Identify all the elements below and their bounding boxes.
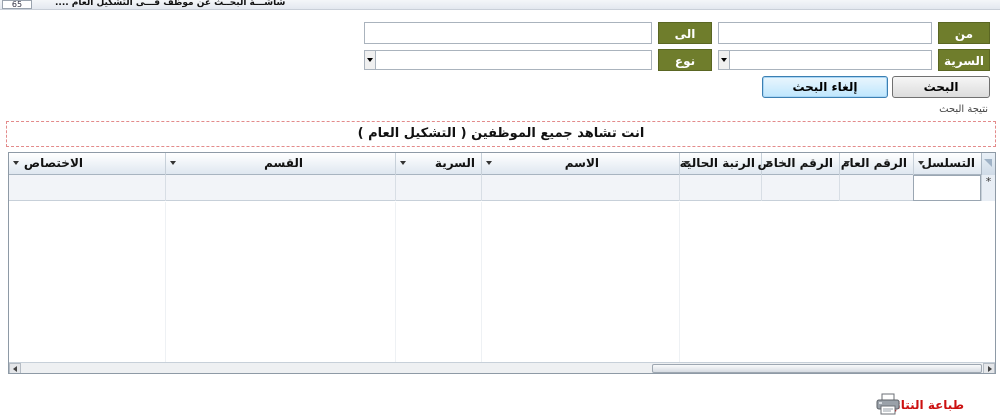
scroll-right-icon[interactable] [983, 363, 995, 373]
new-row-cell[interactable] [679, 175, 761, 201]
from-date-label: من تاريخ [938, 22, 990, 63]
to-date-label: الى تاريخ [658, 22, 712, 63]
new-row-marker: * [981, 175, 995, 201]
column-header-name[interactable]: الاسم [481, 153, 679, 175]
results-grid[interactable]: التسلسل الرقم العام الرقم الخاص الرتبة ا… [8, 152, 996, 374]
new-row-cell[interactable] [839, 175, 913, 201]
new-row[interactable]: * [9, 175, 995, 201]
search-button[interactable]: البحث [892, 76, 990, 98]
column-header-general-number[interactable]: الرقم العام [839, 153, 913, 175]
new-row-cell[interactable] [165, 175, 395, 201]
rank-type-label: نوع الرتبة [658, 49, 712, 90]
chevron-down-icon[interactable] [719, 51, 730, 69]
column-header-specialty[interactable]: الاختصاص [9, 153, 165, 175]
chevron-down-icon[interactable] [170, 161, 176, 165]
grid-empty-area [9, 202, 995, 362]
new-row-cell[interactable] [761, 175, 839, 201]
grid-header: التسلسل الرقم العام الرقم الخاص الرتبة ا… [9, 153, 995, 175]
column-header-current-rank[interactable]: الرتبة الحالية [679, 153, 761, 175]
chevron-down-icon[interactable] [918, 161, 924, 165]
scrollbar-thumb[interactable] [652, 364, 982, 373]
new-row-cell[interactable] [9, 175, 165, 201]
to-date-field[interactable] [364, 22, 652, 44]
company-select[interactable] [718, 50, 932, 70]
window-titlebar: 65 شاشـــة البحــث عن موظف فـــى التشكيل… [0, 0, 1000, 10]
chevron-down-icon[interactable] [844, 161, 850, 165]
company-label: السرية [938, 49, 990, 71]
chevron-down-icon[interactable] [486, 161, 492, 165]
new-row-cell[interactable] [395, 175, 481, 201]
chevron-down-icon[interactable] [365, 51, 376, 69]
window-counter-box: 65 [2, 0, 32, 9]
scroll-left-icon[interactable] [9, 363, 21, 373]
from-date-field[interactable] [718, 22, 932, 44]
cancel-search-button[interactable]: إلغاء البحث [762, 76, 888, 98]
window-title: شاشـــة البحــث عن موظف فـــى التشكيل ال… [55, 0, 286, 8]
horizontal-scrollbar[interactable] [9, 362, 995, 373]
column-header-serial[interactable]: التسلسل [913, 153, 981, 175]
rank-type-select[interactable] [364, 50, 652, 70]
chevron-down-icon[interactable] [766, 161, 772, 165]
column-header-department[interactable]: القسم [165, 153, 395, 175]
new-row-cell[interactable] [481, 175, 679, 201]
chevron-down-icon[interactable] [13, 161, 19, 165]
printer-icon[interactable] [876, 393, 900, 415]
column-header-company[interactable]: السرية [395, 153, 481, 175]
new-row-cell-serial[interactable] [913, 175, 981, 201]
chevron-down-icon[interactable] [684, 161, 690, 165]
results-banner: انت تشاهد جميع الموظفين ( التشكيل العام … [6, 121, 996, 147]
select-all-corner[interactable] [981, 153, 995, 175]
column-header-private-number[interactable]: الرقم الخاص [758, 153, 839, 175]
chevron-down-icon[interactable] [400, 161, 406, 165]
results-section-label: نتيجة البحث [939, 104, 988, 115]
